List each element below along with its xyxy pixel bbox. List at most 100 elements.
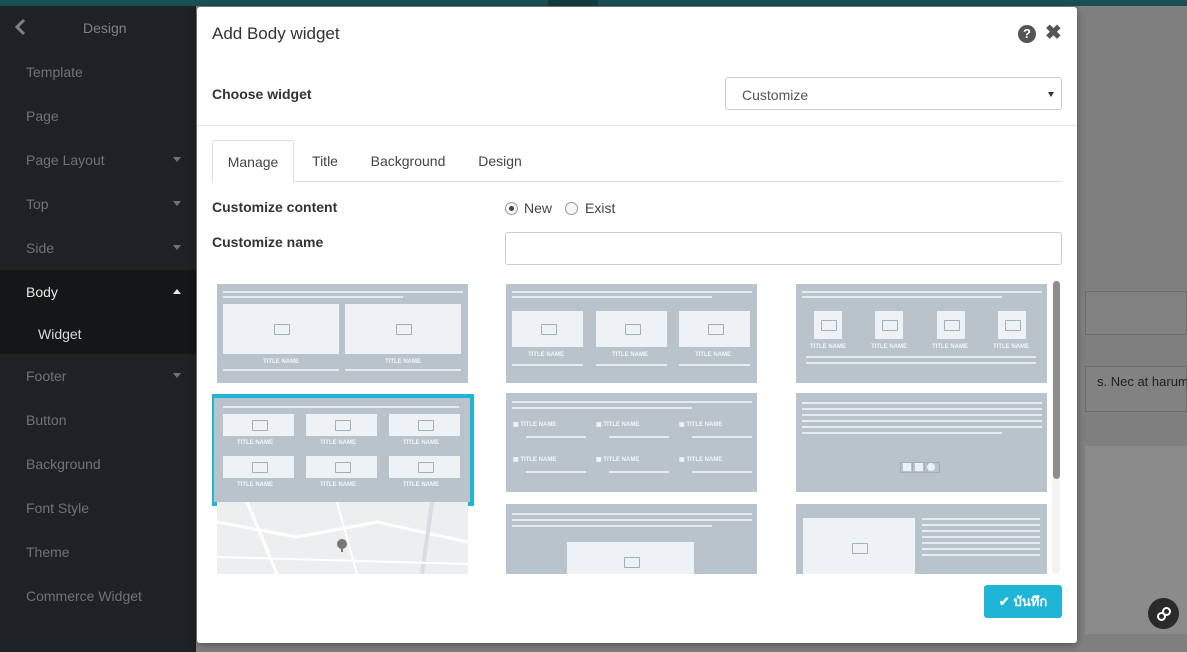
link-icon[interactable] <box>1148 598 1179 629</box>
thumb-title: ▣ TITLE NAME <box>513 422 557 428</box>
choose-widget-select[interactable]: Customize <box>725 77 1062 110</box>
sidebar-item-template[interactable]: Template <box>0 50 196 94</box>
thumb-text-line <box>806 362 1036 364</box>
sidebar-item-label: Footer <box>26 368 67 384</box>
widget-thumb-4[interactable]: TITLE NAME TITLE NAME TITLE NAME TITLE N… <box>212 394 474 506</box>
thumb-title-text: TITLE NAME <box>686 422 723 428</box>
sidebar-item-side[interactable]: Side <box>0 226 196 270</box>
sidebar-item-label: Commerce Widget <box>26 588 142 604</box>
thumb-text-line <box>223 406 459 408</box>
thumb-text-line <box>512 525 712 527</box>
tab-label: Design <box>478 153 522 169</box>
widget-thumb-9[interactable] <box>796 504 1047 574</box>
thumb-title: TITLE NAME <box>263 359 299 365</box>
thumb-title-text: TITLE NAME <box>520 422 557 428</box>
caret-down-icon <box>173 373 181 378</box>
pinterest-icon <box>924 462 940 473</box>
thumb-title: TITLE NAME <box>320 482 356 488</box>
sidebar: Design Template Page Page Layout Top Sid… <box>0 6 196 652</box>
widget-thumb-2[interactable]: TITLE NAME TITLE NAME TITLE NAME <box>506 284 757 383</box>
image-icon <box>875 311 903 339</box>
thumb-text-line <box>802 402 1042 404</box>
caret-down-icon <box>173 245 181 250</box>
thumb-title-text: TITLE NAME <box>686 457 723 463</box>
thumb-text-line <box>692 436 752 438</box>
thumb-text-line <box>512 364 583 366</box>
thumb-text-line <box>922 536 1040 538</box>
thumb-text-line <box>512 407 692 409</box>
widget-thumb-3[interactable]: TITLE NAME TITLE NAME TITLE NAME TITLE N… <box>796 284 1047 383</box>
customize-content-label: Customize content <box>212 199 338 215</box>
facebook-icon <box>900 462 916 473</box>
sidebar-item-background[interactable]: Background <box>0 442 196 486</box>
twitter-icon <box>912 462 928 473</box>
thumb-title-text: TITLE NAME <box>603 422 640 428</box>
thumb-text-line <box>596 364 667 366</box>
thumb-title: ▣ TITLE NAME <box>513 457 557 463</box>
widget-thumb-1[interactable]: TITLE NAME TITLE NAME <box>217 284 468 383</box>
thumb-text-line <box>223 291 463 293</box>
save-button[interactable]: ✔ บันทึก <box>984 585 1062 618</box>
sidebar-item-footer[interactable]: Footer <box>0 354 196 398</box>
divider <box>197 125 1077 126</box>
thumb-text-line <box>345 369 461 371</box>
radio-exist[interactable] <box>565 202 578 215</box>
customize-name-input[interactable] <box>505 232 1062 265</box>
thumb-text-line <box>512 519 752 521</box>
tab-manage[interactable]: Manage <box>212 140 294 183</box>
image-icon <box>937 311 965 339</box>
map-image <box>217 502 468 574</box>
check-icon: ✔ <box>998 593 1010 609</box>
image-icon <box>345 304 461 354</box>
sidebar-title: Design <box>83 20 127 36</box>
sidebar-subitem-widget[interactable]: Widget <box>0 314 196 354</box>
sidebar-item-theme[interactable]: Theme <box>0 530 196 574</box>
widget-thumb-5[interactable]: ▣ TITLE NAME ▣ TITLE NAME ▣ TITLE NAME ▣… <box>506 393 757 492</box>
thumb-title: TITLE NAME <box>403 482 439 488</box>
sidebar-item-label: Template <box>26 64 83 80</box>
thumb-text-line <box>806 356 1036 358</box>
background-text: s. Nec at harum <box>1097 374 1187 389</box>
scrollbar-thumb[interactable] <box>1053 281 1060 479</box>
thumb-text-line <box>802 414 1042 416</box>
widget-thumb-8[interactable] <box>506 504 757 574</box>
close-icon[interactable]: ✖ <box>1045 23 1062 43</box>
thumb-text-line <box>922 554 1040 556</box>
thumb-text-line <box>802 432 1002 434</box>
image-icon <box>389 456 460 478</box>
tab-design[interactable]: Design <box>472 140 528 182</box>
tab-label: Background <box>370 153 446 169</box>
background-panel <box>1085 291 1187 335</box>
thumb-text-line <box>609 436 669 438</box>
image-icon <box>814 311 842 339</box>
chevron-left-icon[interactable] <box>14 18 28 36</box>
thumb-title: ▣ TITLE NAME <box>596 457 640 463</box>
sidebar-item-page-layout[interactable]: Page Layout <box>0 138 196 182</box>
radio-new[interactable] <box>505 202 518 215</box>
thumb-text-line <box>526 436 586 438</box>
sidebar-item-label: Top <box>26 196 49 212</box>
sidebar-item-top[interactable]: Top <box>0 182 196 226</box>
modal-title: Add Body widget <box>212 24 340 43</box>
caret-up-icon <box>173 289 181 294</box>
tab-background[interactable]: Background <box>364 140 452 182</box>
widget-thumb-6[interactable] <box>796 393 1047 492</box>
sidebar-header: Design <box>0 6 196 50</box>
thumb-text-line <box>802 408 1042 410</box>
sidebar-item-button[interactable]: Button <box>0 398 196 442</box>
sidebar-item-body[interactable]: Body <box>0 270 196 314</box>
sidebar-item-page[interactable]: Page <box>0 94 196 138</box>
thumb-title: TITLE NAME <box>695 352 731 358</box>
tab-label: Manage <box>227 153 279 170</box>
question-circle-icon[interactable]: ? <box>1018 25 1036 43</box>
sidebar-item-font-style[interactable]: Font Style <box>0 486 196 530</box>
image-icon <box>223 456 294 478</box>
thumb-text-line <box>512 291 752 293</box>
sidebar-item-commerce-widget[interactable]: Commerce Widget <box>0 574 196 618</box>
radio-new-label: New <box>524 200 553 216</box>
tab-title[interactable]: Title <box>300 140 350 182</box>
thumb-text-line <box>692 471 752 473</box>
widget-thumb-map[interactable] <box>217 502 468 574</box>
image-icon <box>596 311 667 347</box>
add-widget-modal: Add Body widget ? ✖ Choose widget Custom… <box>197 7 1077 643</box>
